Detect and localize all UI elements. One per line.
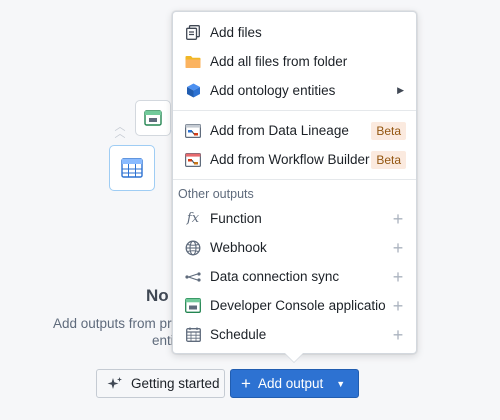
function-icon: fx	[186, 211, 200, 226]
other-outputs-header: Other outputs	[178, 187, 254, 201]
add-icon[interactable]: +	[390, 268, 406, 286]
beta-badge: Beta	[371, 121, 406, 140]
plus-icon: +	[241, 373, 251, 393]
popover-arrow	[285, 353, 303, 362]
object-preview-card	[135, 100, 171, 136]
menu-item-webhook[interactable]: Webhook +	[177, 234, 414, 261]
add-icon[interactable]: +	[390, 297, 406, 315]
getting-started-button[interactable]: Getting started	[96, 369, 225, 398]
chevron-up-icon: ︿ ︿	[114, 121, 126, 140]
globe-icon	[185, 240, 201, 256]
menu-item-label: Webhook	[210, 240, 267, 255]
menu-divider	[173, 179, 416, 180]
menu-item-label: Add files	[210, 25, 262, 40]
menu-divider	[173, 110, 416, 111]
calendar-icon	[185, 327, 201, 343]
menu-item-label: Add all files from folder	[210, 54, 348, 69]
menu-item-label: Data connection sync	[210, 269, 340, 284]
menu-item-add-folder[interactable]: Add all files from folder	[177, 48, 414, 75]
files-icon	[185, 25, 201, 41]
menu-item-workflow-builder[interactable]: Add from Workflow Builder Beta	[177, 146, 414, 173]
empty-state-subtitle: Add outputs from project entities	[53, 316, 177, 331]
beta-badge: Beta	[371, 150, 406, 169]
menu-item-label: Add from Data Lineage	[210, 123, 349, 138]
menu-item-label: Add ontology entities	[210, 83, 336, 98]
data-lineage-icon	[185, 123, 201, 139]
menu-item-developer-console[interactable]: Developer Console application +	[177, 292, 414, 319]
menu-item-label: Developer Console application	[210, 298, 386, 313]
add-icon[interactable]: +	[390, 210, 406, 228]
developer-console-icon	[185, 298, 201, 314]
menu-item-label: Function	[210, 211, 262, 226]
folder-icon	[185, 54, 201, 70]
cube-icon	[185, 83, 201, 99]
sparkle-icon	[107, 376, 122, 389]
menu-item-schedule[interactable]: Schedule +	[177, 321, 414, 348]
workflow-builder-icon	[185, 152, 201, 168]
menu-item-add-files[interactable]: Add files	[177, 19, 414, 46]
add-output-button[interactable]: + Add output ▼	[230, 369, 359, 398]
add-output-label: Add output	[257, 376, 324, 391]
add-icon[interactable]: +	[390, 326, 406, 344]
menu-item-function[interactable]: fx Function +	[177, 205, 414, 232]
getting-started-label: Getting started	[131, 376, 220, 391]
caret-down-icon: ▼	[336, 378, 346, 389]
menu-item-label: Add from Workflow Builder	[210, 152, 370, 167]
developer-console-icon	[144, 110, 162, 126]
caret-right-icon: ▶	[397, 85, 404, 95]
menu-item-add-ontology[interactable]: Add ontology entities ▶	[177, 77, 414, 104]
dataset-preview-card	[109, 145, 155, 191]
menu-item-data-connection-sync[interactable]: Data connection sync +	[177, 263, 414, 290]
menu-item-label: Schedule	[210, 327, 267, 342]
add-icon[interactable]: +	[390, 239, 406, 257]
menu-item-data-lineage[interactable]: Add from Data Lineage Beta	[177, 117, 414, 144]
table-icon	[121, 158, 143, 178]
add-output-menu: Add files Add all files from folder Add …	[172, 11, 417, 354]
data-connection-icon	[185, 269, 201, 285]
